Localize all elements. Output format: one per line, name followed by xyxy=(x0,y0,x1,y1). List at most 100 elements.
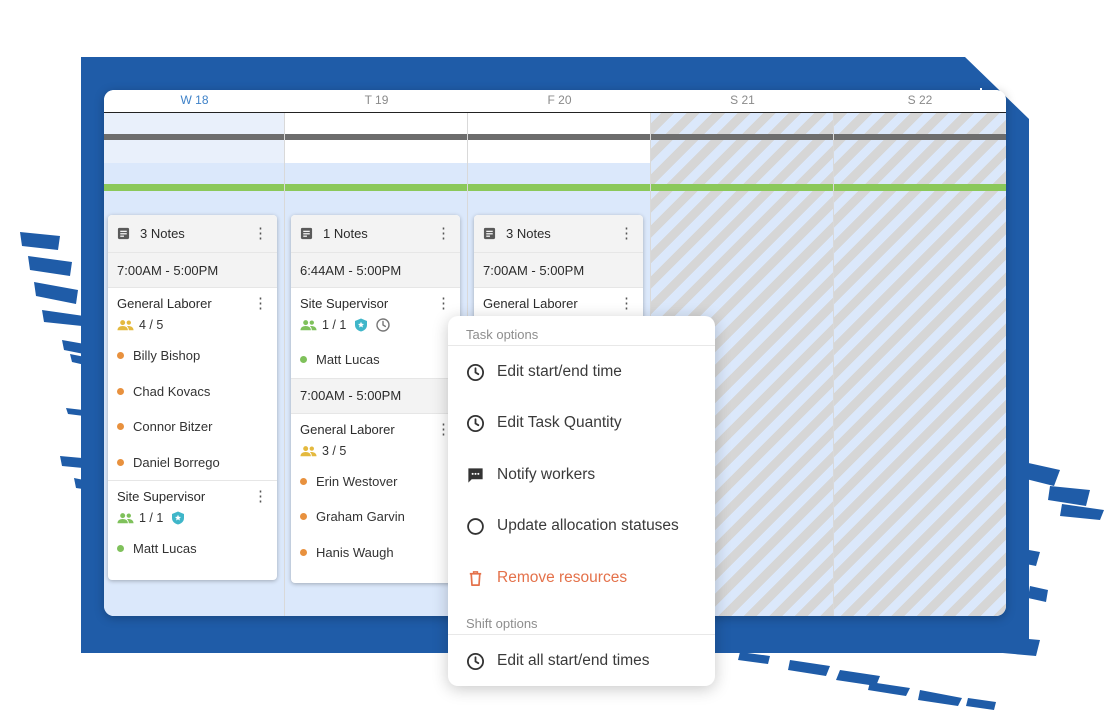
supervisor-badge-icon xyxy=(355,318,368,332)
worker-row[interactable]: Erin Westover xyxy=(291,464,460,500)
role-block: Site Supervisor ⋮ 1 / 1 xyxy=(108,481,277,525)
more-options-icon[interactable]: ⋮ xyxy=(619,296,634,311)
shift-card[interactable]: 1 Notes ⋮ 6:44AM - 5:00PM Site Superviso… xyxy=(291,215,460,583)
worker-name: Matt Lucas xyxy=(133,541,197,557)
role-quantity: 1 / 1 xyxy=(322,318,347,332)
notes-count: 3 Notes xyxy=(140,226,185,241)
divider xyxy=(448,345,715,346)
worker-row[interactable]: Chad Kovacs xyxy=(108,374,277,410)
role-title: General Laborer xyxy=(117,296,212,311)
edit-start-end-time-item[interactable]: Edit start/end time xyxy=(466,357,705,387)
timeline-bar-green xyxy=(104,184,1006,191)
shift-card[interactable]: 3 Notes ⋮ 7:00AM - 5:00PM General Labore… xyxy=(108,215,277,580)
role-block: General Laborer ⋮ xyxy=(474,288,643,311)
edit-all-start-end-times-item[interactable]: Edit all start/end times xyxy=(466,646,705,676)
column-divider xyxy=(284,90,285,616)
notes-row[interactable]: 3 Notes ⋮ xyxy=(474,215,643,253)
status-dot xyxy=(300,513,307,521)
notes-row[interactable]: 1 Notes ⋮ xyxy=(291,215,460,253)
role-block: Site Supervisor ⋮ 1 / 1 xyxy=(291,288,460,332)
role-title: Site Supervisor xyxy=(300,296,389,311)
shift-time[interactable]: 6:44AM - 5:00PM xyxy=(291,253,460,288)
role-title: General Laborer xyxy=(300,421,395,437)
menu-item-label: Notify workers xyxy=(497,466,596,483)
menu-item-label: Edit start/end time xyxy=(497,363,622,380)
worker-name: Billy Bishop xyxy=(133,348,201,364)
worker-name: Matt Lucas xyxy=(316,352,380,368)
notes-count: 3 Notes xyxy=(506,226,551,241)
people-icon xyxy=(300,445,317,456)
status-dot xyxy=(117,458,124,466)
edit-task-quantity-item[interactable]: Edit Task Quantity xyxy=(466,408,705,438)
worker-name: Chad Kovacs xyxy=(133,383,211,399)
divider xyxy=(448,634,715,635)
menu-item-label: Edit Task Quantity xyxy=(497,414,622,431)
worker-row[interactable]: Daniel Borrego xyxy=(108,445,277,481)
worker-row[interactable]: Hanis Waugh xyxy=(291,535,460,571)
shift-time[interactable]: 7:00AM - 5:00PM xyxy=(291,377,460,414)
worker-name: Connor Bitzer xyxy=(133,419,213,435)
more-options-icon[interactable]: ⋮ xyxy=(253,296,268,311)
clock-icon xyxy=(466,652,485,670)
corner-tab xyxy=(980,88,1005,99)
context-menu: Task options Edit start/end time Edit Ta… xyxy=(448,316,715,686)
worker-name: Daniel Borrego xyxy=(133,454,220,470)
shift-time[interactable]: 7:00AM - 5:00PM xyxy=(108,253,277,288)
worker-name: Hanis Waugh xyxy=(316,544,394,560)
status-dot xyxy=(117,545,124,553)
more-options-icon[interactable]: ⋮ xyxy=(436,226,451,241)
day-header-f20[interactable]: F 20 xyxy=(468,90,651,113)
menu-item-label: Edit all start/end times xyxy=(497,652,650,669)
status-dot xyxy=(300,356,307,364)
remove-resources-item[interactable]: Remove resources xyxy=(466,563,705,593)
timeline-bar-grey xyxy=(104,134,1006,140)
role-block: General Laborer ⋮ 4 / 5 xyxy=(108,288,277,332)
message-icon xyxy=(468,467,483,483)
menu-item-label: Update allocation statuses xyxy=(497,517,679,534)
status-dot xyxy=(117,423,124,431)
status-dot xyxy=(117,352,124,360)
notify-workers-item[interactable]: Notify workers xyxy=(466,460,705,490)
notes-icon xyxy=(483,227,496,240)
clock-icon xyxy=(466,363,485,381)
clock-icon xyxy=(376,318,391,332)
day-header-s21[interactable]: S 21 xyxy=(651,90,834,113)
clock-icon xyxy=(466,414,485,432)
notes-icon xyxy=(300,227,313,240)
notes-row[interactable]: 3 Notes ⋮ xyxy=(108,215,277,253)
more-options-icon[interactable]: ⋮ xyxy=(253,489,268,504)
menu-item-label: Remove resources xyxy=(497,569,628,586)
column-divider xyxy=(833,90,834,616)
task-options-heading: Task options xyxy=(466,327,539,342)
status-dot xyxy=(300,548,307,556)
more-options-icon[interactable]: ⋮ xyxy=(253,226,268,241)
more-options-icon[interactable]: ⋮ xyxy=(436,296,451,311)
role-title: Site Supervisor xyxy=(117,489,206,504)
role-title: General Laborer xyxy=(483,296,578,311)
people-icon xyxy=(300,320,317,331)
shift-time[interactable]: 7:00AM - 5:00PM xyxy=(474,253,643,288)
worker-row[interactable]: Matt Lucas xyxy=(108,531,277,567)
day-header-t19[interactable]: T 19 xyxy=(285,90,468,113)
worker-row[interactable]: Matt Lucas xyxy=(291,342,460,378)
worker-name: Erin Westover xyxy=(316,473,398,489)
worker-row[interactable]: Graham Garvin xyxy=(291,499,460,535)
status-dot xyxy=(300,477,307,485)
worker-row[interactable]: Billy Bishop xyxy=(108,338,277,374)
worker-row[interactable]: Connor Bitzer xyxy=(108,409,277,445)
day-header-w18[interactable]: W 18 xyxy=(104,90,285,113)
trash-icon xyxy=(469,570,482,586)
people-icon xyxy=(117,320,134,331)
notes-count: 1 Notes xyxy=(323,226,368,241)
shift-options-heading: Shift options xyxy=(466,616,538,631)
more-options-icon[interactable]: ⋮ xyxy=(619,226,634,241)
supervisor-badge-icon xyxy=(172,511,185,525)
role-quantity: 3 / 5 xyxy=(322,443,347,458)
update-allocation-statuses-item[interactable]: Update allocation statuses xyxy=(466,511,705,541)
role-block: General Laborer ⋮ 3 / 5 xyxy=(291,414,460,458)
people-icon xyxy=(117,513,134,524)
notes-icon xyxy=(117,227,130,240)
circle-icon xyxy=(467,517,484,535)
status-dot xyxy=(117,387,124,395)
worker-name: Graham Garvin xyxy=(316,509,405,525)
